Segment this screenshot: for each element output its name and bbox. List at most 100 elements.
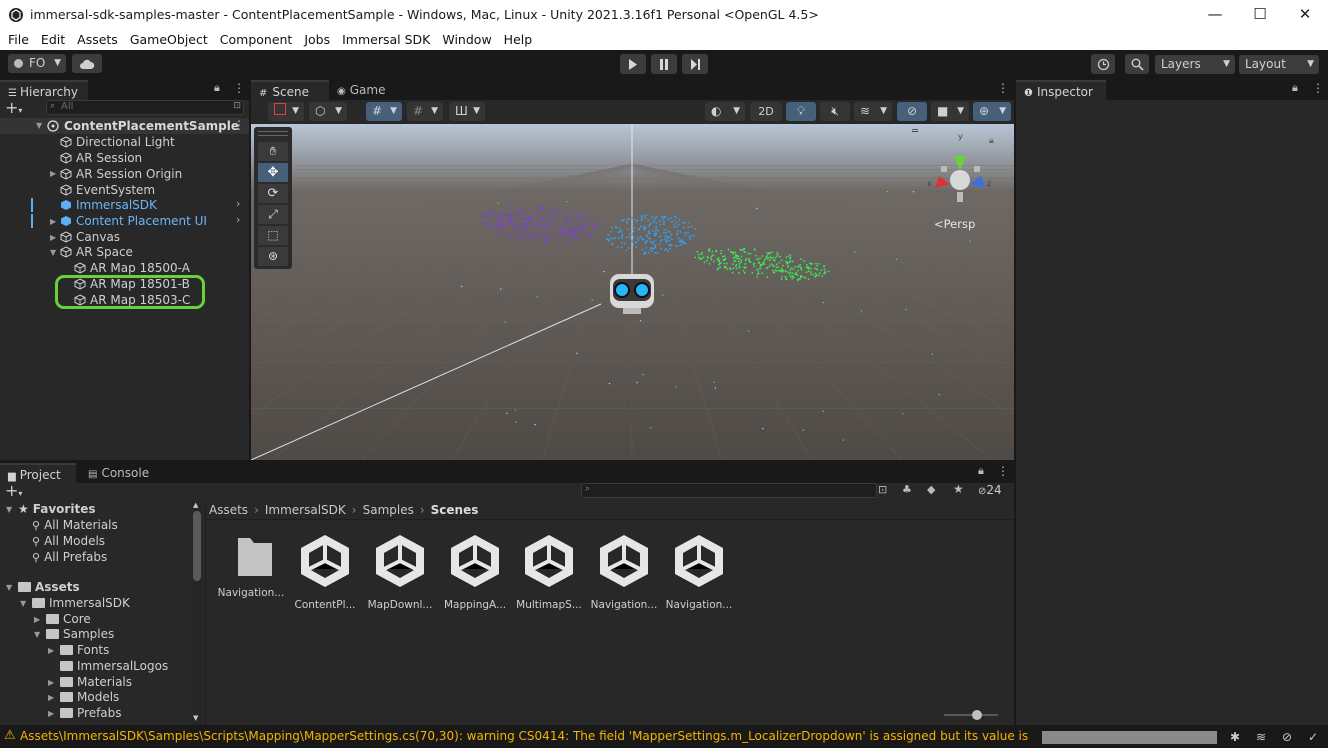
hidden-objects-toggle[interactable]: ⊘ [897, 102, 927, 121]
menu-gameobject[interactable]: GameObject [126, 30, 212, 49]
chevron-right-icon[interactable]: › [236, 197, 240, 210]
panel-menu-icon[interactable]: ⋮ [233, 81, 245, 95]
palette-grip-icon[interactable] [258, 131, 288, 136]
add-gameobject-button[interactable]: +▾ [5, 100, 22, 119]
folder-prefabs[interactable]: Prefabs [60, 705, 122, 721]
chevron-right-icon[interactable]: › [236, 213, 240, 226]
gizmos-dropdown[interactable]: ⊕ ▼ [973, 102, 1011, 121]
drag-handle-icon[interactable]: ═ [912, 126, 918, 137]
favorite-all-materials[interactable]: ⚲ All Materials [32, 517, 118, 534]
hierarchy-search-input[interactable]: ⌕ All ⊡ [46, 100, 244, 115]
checkmark-icon[interactable]: ✓ [1308, 730, 1322, 744]
panel-menu-icon[interactable]: ⋮ [997, 464, 1009, 478]
folder-immersalsdk[interactable]: ImmersalSDK [32, 595, 130, 611]
folder-fonts[interactable]: Fonts [60, 642, 109, 658]
expand-arrow-icon[interactable]: ▶ [50, 169, 56, 178]
expand-arrow-icon[interactable]: ▶ [48, 646, 54, 655]
layout-dropdown[interactable]: Layout ▼ [1239, 55, 1319, 74]
menu-component[interactable]: Component [216, 30, 297, 49]
layers-stack-icon[interactable]: ≋ [1256, 730, 1270, 744]
effects-dropdown[interactable]: ≋ ▼ [854, 102, 892, 121]
expand-arrow-icon[interactable]: ▶ [50, 217, 56, 226]
expand-arrow-icon[interactable]: ▼ [36, 121, 42, 130]
breadcrumb-assets[interactable]: Assets [209, 503, 248, 517]
asset-multimapsample[interactable]: MultimapS... [514, 532, 584, 611]
favorite-star-icon[interactable]: ★ [953, 482, 964, 496]
lighting-toggle[interactable]: 💡︎ [786, 102, 816, 121]
breadcrumb-samples[interactable]: Samples [363, 503, 414, 517]
rotate-tool-button[interactable]: ⟳ [258, 184, 288, 203]
render-mode-dropdown[interactable]: ⬡ ▼ [309, 102, 347, 121]
hand-tool-button[interactable]: ✋︎ [258, 142, 288, 161]
account-dropdown[interactable]: FO ▼ [8, 54, 66, 73]
asset-navigation-3[interactable]: Navigation... [664, 532, 734, 611]
collapse-arrow-icon[interactable]: ▼ [6, 583, 12, 592]
asset-mapdownload[interactable]: MapDownl... [365, 532, 435, 611]
camera-dropdown[interactable]: ■ ▼ [931, 102, 969, 121]
tab-console[interactable]: ▤ Console [80, 463, 160, 484]
move-tool-button[interactable]: ✥ [258, 163, 288, 182]
lock-icon[interactable]: 🔒︎ [214, 81, 220, 95]
filter-type-icon[interactable]: ♣ [902, 483, 912, 496]
history-button[interactable] [1091, 54, 1115, 74]
expand-arrow-icon[interactable]: ▶ [48, 678, 54, 687]
collapse-arrow-icon[interactable]: ▼ [34, 630, 40, 639]
expand-arrow-icon[interactable]: ▶ [48, 709, 54, 718]
tree-scrollbar-thumb[interactable] [193, 511, 201, 581]
scale-tool-button[interactable]: ⤢ [258, 205, 288, 224]
tree-scrollbar[interactable]: ▲ ▼ [192, 501, 202, 725]
search-scope-icon[interactable]: ⊡ [878, 483, 887, 496]
hierarchy-item-ar-session-origin[interactable]: AR Session Origin [60, 166, 275, 182]
lock-icon[interactable]: 🔒︎ [1292, 81, 1298, 95]
persp-label[interactable]: <Persp [934, 217, 975, 231]
asset-mappingapp[interactable]: MappingA... [440, 532, 510, 611]
play-button[interactable] [620, 54, 646, 74]
panel-menu-icon[interactable]: ⋮ [1312, 81, 1324, 95]
asset-navigation-1[interactable]: Navigation... [216, 532, 286, 599]
scene-header-row[interactable]: ▼ ContentPlacementSample ⋮ [0, 118, 249, 134]
hierarchy-item-eventsystem[interactable]: EventSystem [60, 182, 275, 198]
hierarchy-item-ar-session[interactable]: AR Session [60, 150, 275, 166]
menu-assets[interactable]: Assets [73, 30, 122, 49]
hierarchy-item-immersalsdk[interactable]: ImmersalSDK [60, 197, 275, 213]
collapse-arrow-icon[interactable]: ▼ [50, 248, 56, 257]
favorite-all-prefabs[interactable]: ⚲ All Prefabs [32, 549, 107, 566]
pause-button[interactable] [651, 54, 677, 74]
status-message[interactable]: Assets\ImmersalSDK\Samples\Scripts\Mappi… [20, 729, 1030, 743]
scene-menu-icon[interactable]: ⋮ [233, 118, 245, 132]
asset-navigation-2[interactable]: Navigation... [589, 532, 659, 611]
menu-window[interactable]: Window [438, 30, 495, 49]
folder-immersallogos[interactable]: ImmersalLogos [60, 658, 168, 674]
draw-mode-dropdown[interactable]: ▼ [268, 102, 304, 121]
network-icon[interactable]: ⊘ [1282, 730, 1296, 744]
favorite-all-models[interactable]: ⚲ All Models [32, 533, 105, 550]
minimize-button[interactable]: — [1192, 0, 1238, 30]
menu-immersal-sdk[interactable]: Immersal SDK [338, 30, 434, 49]
project-search-input[interactable]: ⌕ [581, 483, 877, 498]
debug-icon[interactable]: ✱ [1230, 730, 1244, 744]
expand-arrow-icon[interactable]: ▶ [34, 615, 40, 624]
folder-core[interactable]: Core [46, 611, 91, 627]
zoom-slider[interactable] [944, 710, 998, 720]
scroll-down-icon[interactable]: ▼ [193, 714, 198, 722]
scene-viewport[interactable]: y x z <Persp ═ 🔒︎ ✋︎ ✥ ⟳ ⤢ ⬚ ⊛ [251, 124, 1014, 460]
assets-root[interactable]: Assets [18, 579, 80, 595]
zoom-slider-thumb[interactable] [972, 710, 982, 720]
filter-label-icon[interactable]: ◆ [927, 483, 935, 496]
menu-jobs[interactable]: Jobs [300, 30, 334, 49]
tab-scene[interactable]: # Scene [251, 80, 329, 101]
shading-dropdown[interactable]: ◐ ▼ [705, 102, 745, 121]
hierarchy-item-canvas[interactable]: Canvas [60, 229, 275, 245]
asset-contentplacement[interactable]: ContentPl... [290, 532, 360, 611]
transform-tool-button[interactable]: ⊛ [258, 247, 288, 266]
panel-menu-icon[interactable]: ⋮ [997, 81, 1009, 95]
expand-arrow-icon[interactable]: ▶ [50, 233, 56, 242]
layers-dropdown[interactable]: Layers ▼ [1155, 55, 1235, 74]
cloud-button[interactable] [72, 54, 102, 73]
step-button[interactable] [682, 54, 708, 74]
hidden-packages-toggle[interactable]: ⊘24 [978, 483, 1002, 497]
folder-models[interactable]: Models [60, 689, 119, 705]
menu-edit[interactable]: Edit [37, 30, 69, 49]
tab-inspector[interactable]: ❶ Inspector [1016, 80, 1106, 101]
ruler-dropdown[interactable]: Ш ▼ [449, 102, 485, 121]
